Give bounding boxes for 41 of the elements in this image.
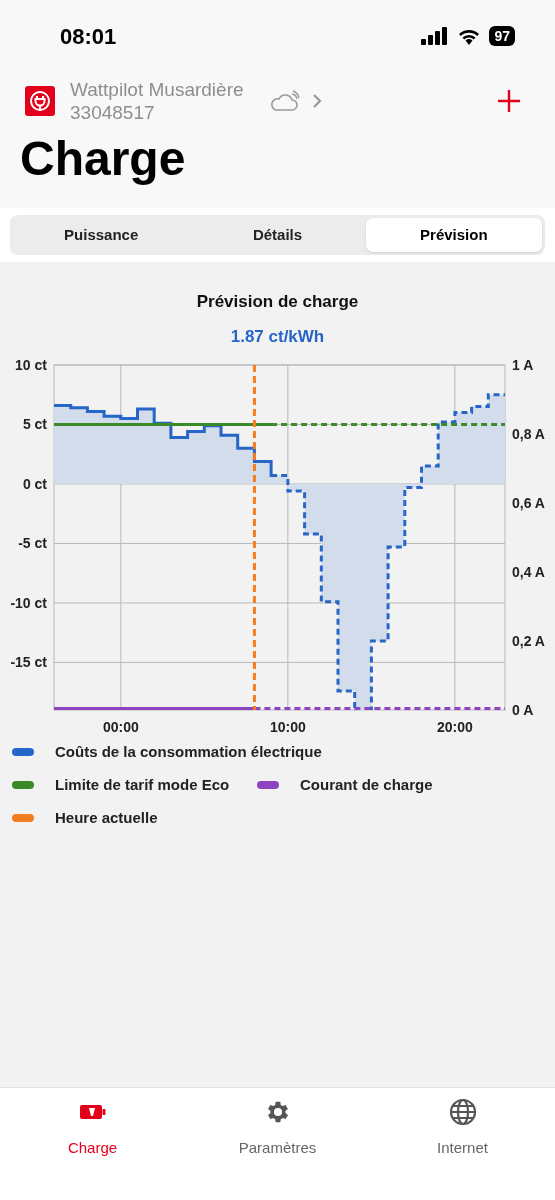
chevron-right-icon[interactable] <box>311 93 322 109</box>
wifi-icon <box>457 27 482 45</box>
tab[interactable]: Prévision <box>365 218 542 252</box>
y-axis-label: 10 ct <box>15 357 47 373</box>
chart-title: Prévision de charge <box>196 291 359 313</box>
cloud-icon <box>269 90 300 112</box>
x-axis-label: 00:00 <box>102 719 139 735</box>
y-axis-label: -10 ct <box>10 594 47 611</box>
legend-swatch <box>12 813 34 822</box>
nav-tab[interactable]: Paramètres <box>185 1088 370 1200</box>
device-serial: 33048517 <box>70 101 156 124</box>
status-time: 08:01 <box>60 22 117 51</box>
y-axis-label: -5 ct <box>18 535 47 552</box>
x-axis-label: 20:00 <box>437 719 473 735</box>
legend-label: Limite de tarif mode Eco <box>55 775 230 795</box>
battery-icon <box>79 1103 106 1121</box>
y-axis-label: 0,8 A <box>512 426 545 442</box>
y-axis-label: 0,4 A <box>512 564 545 580</box>
globe-icon <box>448 1098 477 1126</box>
tab[interactable]: Détails <box>189 218 366 252</box>
page-title: Charge <box>19 131 187 187</box>
add-icon[interactable] <box>498 90 520 112</box>
nav-tab[interactable]: Internet <box>370 1088 555 1200</box>
y-axis-label: 0,2 A <box>512 633 545 649</box>
y-axis-label: 0 ct <box>22 475 47 492</box>
plug-icon <box>25 86 55 116</box>
y-axis-label: 0 A <box>512 702 534 718</box>
x-axis-label: 10:00 <box>269 719 306 735</box>
device-name[interactable]: Wattpilot Musardière <box>70 78 244 101</box>
y-axis-label: 1 A <box>512 357 534 373</box>
current-price: 1.87 ct/kWh <box>230 326 325 348</box>
y-axis-label: 5 ct <box>22 416 47 433</box>
legend-label: Courant de charge <box>300 775 433 795</box>
nav-tab[interactable]: Charge <box>0 1088 185 1200</box>
y-axis-label: 0,6 A <box>512 495 545 511</box>
legend-label: Coûts de la consommation électrique <box>55 742 322 762</box>
legend-label: Heure actuelle <box>55 808 158 828</box>
tab[interactable]: Puissance <box>13 218 190 252</box>
battery-indicator: 97 <box>489 26 515 46</box>
signal-icon <box>421 27 450 45</box>
y-axis-label: -15 ct <box>10 654 47 671</box>
